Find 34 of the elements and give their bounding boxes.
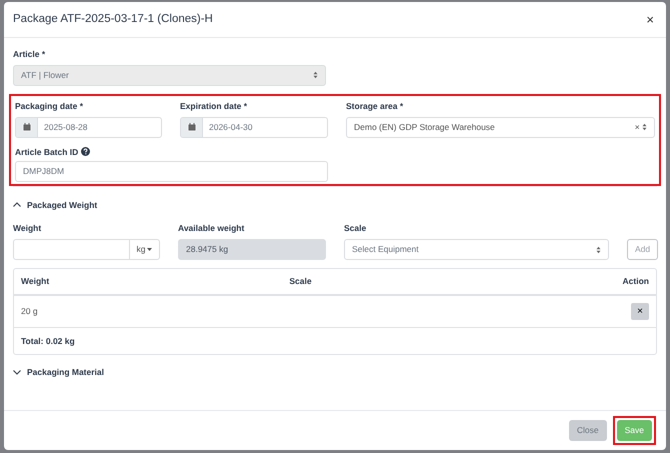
column-header: Action: [622, 275, 649, 288]
available-weight-field: 28.9475 kg: [178, 239, 326, 260]
help-icon: [80, 147, 90, 156]
column-header: Weight: [21, 275, 50, 288]
section-toggle[interactable]: Packaged Weight: [27, 198, 98, 212]
date-field[interactable]: 2026-04-30: [180, 116, 328, 138]
dialog-title: Package ATF-2025-03-17-1 (Clones)-H: [13, 12, 213, 27]
sort-icon: [313, 71, 318, 80]
section-toggle[interactable]: Packaging Material: [27, 366, 104, 379]
weight-field[interactable]: kg: [13, 239, 160, 260]
storage-select[interactable]: Demo (EN) GDP Storage Warehouse ×: [346, 116, 655, 138]
remove-button[interactable]: ×: [631, 303, 649, 320]
clear-icon[interactable]: ×: [634, 120, 640, 134]
field-label: Scale: [344, 222, 366, 235]
column-header: Scale: [288, 275, 313, 288]
table-total: Total: 0.02 kg: [21, 334, 75, 348]
close-button[interactable]: ×: [646, 13, 654, 26]
scale-select[interactable]: Select Equipment: [344, 239, 609, 260]
caret-icon: [147, 248, 152, 251]
field-label: Weight: [13, 222, 42, 235]
field-label: Available weight: [178, 222, 244, 235]
calendar-icon: [22, 123, 30, 131]
calendar-icon: [188, 123, 196, 131]
unit-dropdown[interactable]: kg: [136, 243, 146, 256]
date-field[interactable]: 2025-08-28: [15, 116, 162, 138]
field-label: Article *: [13, 48, 46, 61]
field-label: Packaging date *: [15, 100, 84, 112]
field-label: Article Batch ID: [15, 146, 78, 158]
field-label: Storage area *: [346, 100, 404, 112]
batch-id-field[interactable]: DMPJ8DM: [15, 160, 328, 182]
table-cell: 20 g: [21, 305, 38, 318]
field-label: Expiration date *: [180, 100, 248, 112]
sort-icon: [642, 123, 647, 131]
sort-icon: [596, 246, 601, 254]
